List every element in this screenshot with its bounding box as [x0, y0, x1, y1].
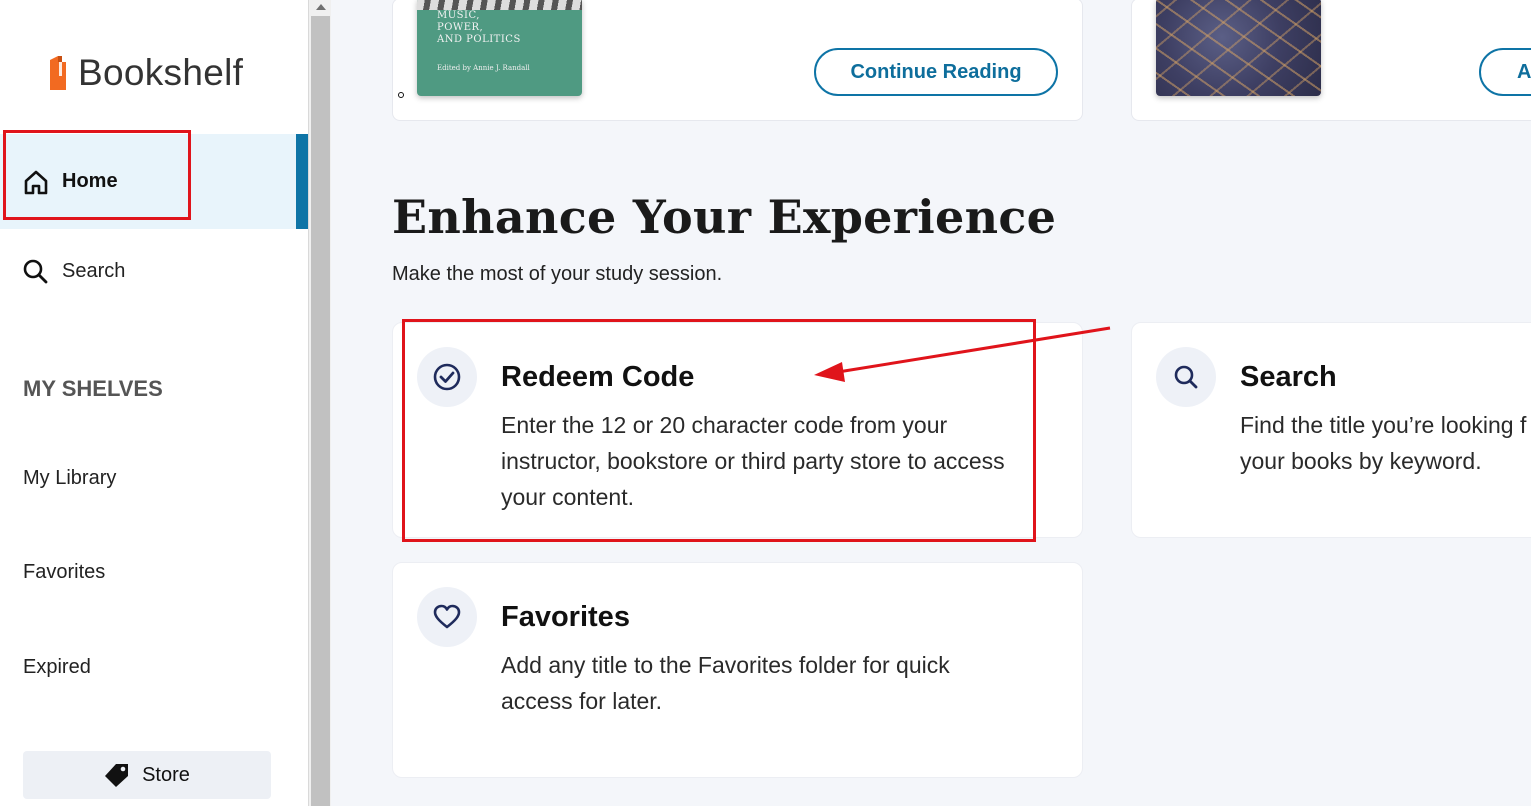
- cover-art: [1156, 0, 1321, 96]
- bookshelf-app: Bookshelf Home Search MY SHELVES My Libr…: [0, 0, 1531, 806]
- book-marker-dot: [398, 92, 404, 98]
- book-cover[interactable]: [1156, 0, 1321, 96]
- favorites-card[interactable]: Favorites Add any title to the Favorites…: [392, 562, 1083, 778]
- scrollbar-thumb[interactable]: [311, 16, 330, 806]
- sidebar-item-favorites[interactable]: Favorites: [23, 561, 105, 584]
- card-description-line: Find the title you’re looking f: [1240, 412, 1527, 438]
- tag-icon: [105, 764, 129, 787]
- sidebar-item-my-library[interactable]: My Library: [23, 467, 116, 490]
- store-button[interactable]: Store: [23, 751, 271, 799]
- card-title: Search: [1240, 361, 1337, 393]
- card-description-line: Add any title to the Favorites folder fo…: [501, 652, 950, 678]
- card-description-line: access for later.: [501, 688, 663, 714]
- sidebar-scrollbar[interactable]: [308, 0, 331, 806]
- search-icon: [1156, 347, 1216, 407]
- cover-title-line: POWER,: [437, 22, 484, 33]
- heart-icon: [417, 587, 477, 647]
- section-subtitle: Make the most of your study session.: [392, 263, 723, 285]
- my-shelves-header: MY SHELVES: [23, 376, 163, 401]
- store-button-label: Store: [142, 763, 190, 786]
- sidebar: Bookshelf Home Search MY SHELVES My Libr…: [0, 0, 308, 806]
- sidebar-item-search[interactable]: Search: [22, 258, 125, 284]
- section-title: Enhance Your Experience: [392, 190, 1057, 244]
- card-description: Add any title to the Favorites folder fo…: [501, 647, 950, 719]
- cover-title-line: AND POLITICS: [437, 34, 521, 45]
- logo[interactable]: Bookshelf: [46, 52, 243, 94]
- scroll-up-arrow-icon[interactable]: [309, 0, 332, 14]
- cover-editor: Edited by Annie J. Randall: [437, 64, 530, 72]
- logo-text: Bookshelf: [78, 52, 244, 93]
- cover-art: [417, 0, 582, 10]
- active-indicator: [296, 134, 308, 229]
- cover-title-line: MUSIC,: [437, 10, 480, 21]
- card-description-line: your books by keyword.: [1240, 448, 1482, 474]
- search-card[interactable]: Search Find the title you’re looking f y…: [1131, 322, 1531, 538]
- search-icon: [23, 259, 48, 284]
- cover-title: MUSIC, POWER, AND POLITICS: [437, 10, 521, 46]
- continue-reading-button[interactable]: Continue Reading: [814, 48, 1058, 96]
- card-description: Find the title you’re looking f your boo…: [1240, 407, 1526, 479]
- sidebar-item-search-label: Search: [62, 259, 126, 282]
- bookshelf-logo-icon: [50, 56, 66, 90]
- annotation-highlight-box: [402, 319, 1036, 542]
- sidebar-item-expired[interactable]: Expired: [23, 656, 91, 679]
- continue-reading-button[interactable]: A: [1479, 48, 1531, 96]
- book-cover[interactable]: MUSIC, POWER, AND POLITICS Edited by Ann…: [417, 0, 582, 96]
- card-title: Favorites: [501, 601, 630, 633]
- annotation-highlight-box: [3, 130, 191, 220]
